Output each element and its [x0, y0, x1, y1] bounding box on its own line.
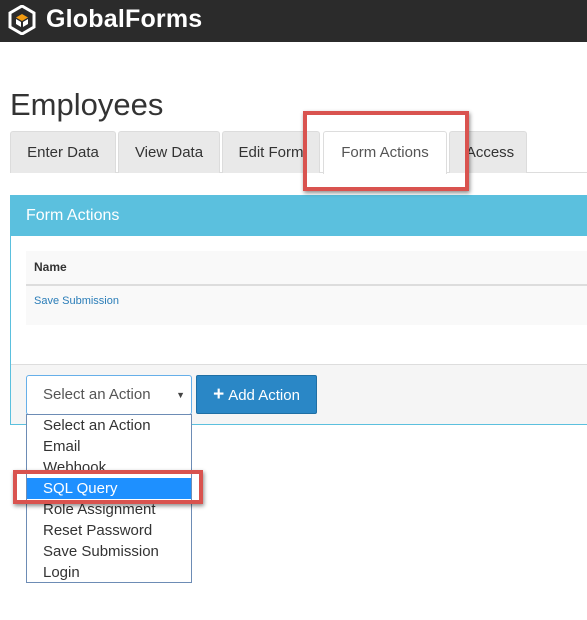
option-login[interactable]: Login [27, 562, 191, 583]
globalforms-logo-icon[interactable] [8, 5, 36, 35]
action-select-value: Select an Action [43, 386, 151, 403]
column-header-name: Name [34, 260, 67, 274]
action-select[interactable]: Select an Action ▼ [26, 375, 192, 415]
add-action-label: Add Action [228, 387, 300, 404]
form-actions-tab-highlight [303, 111, 469, 191]
sql-query-option-highlight [13, 470, 203, 504]
table-header-divider [26, 284, 587, 286]
plus-icon: + [213, 384, 225, 405]
page-title: Employees [10, 87, 164, 122]
top-bar: GlobalForms [0, 0, 587, 42]
option-reset-password[interactable]: Reset Password [27, 520, 191, 541]
actions-table: Name Save Submission [26, 251, 587, 325]
caret-down-icon: ▼ [176, 390, 185, 400]
brand-name[interactable]: GlobalForms [46, 4, 202, 34]
option-email[interactable]: Email [27, 436, 191, 457]
tab-view-data[interactable]: View Data [118, 131, 220, 173]
panel-heading: Form Actions [11, 196, 587, 236]
add-action-button[interactable]: + Add Action [196, 375, 317, 414]
tab-enter-data[interactable]: Enter Data [10, 131, 116, 173]
table-row-link[interactable]: Save Submission [34, 293, 119, 309]
option-select-an-action[interactable]: Select an Action [27, 415, 191, 436]
option-save-submission[interactable]: Save Submission [27, 541, 191, 562]
